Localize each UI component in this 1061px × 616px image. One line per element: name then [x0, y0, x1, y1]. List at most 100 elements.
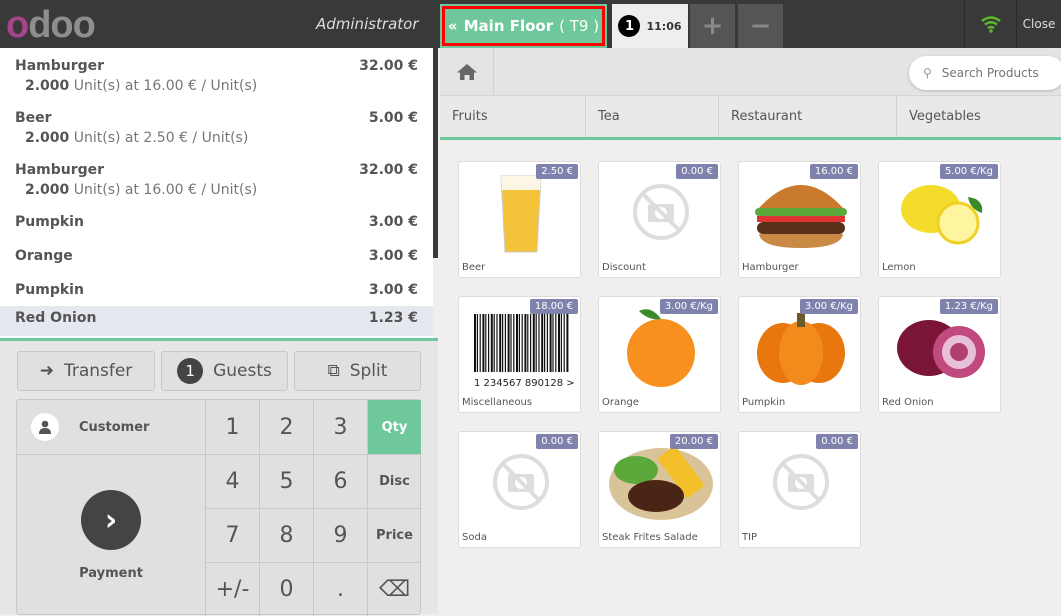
line-product: Hamburger — [15, 58, 105, 74]
guests-count: 1 — [177, 358, 204, 384]
category-tea[interactable]: Tea — [586, 96, 719, 137]
numpad-key[interactable]: 9 — [313, 508, 367, 562]
line-price: 3.00 € — [368, 214, 418, 230]
mode-price[interactable]: Price — [367, 508, 421, 562]
order-line[interactable]: Pumpkin 3.00 € — [0, 204, 433, 238]
order-line[interactable]: Red Onion 1.23 € — [0, 306, 433, 336]
line-unit-info: Unit(s) at 16.00 € / Unit(s) — [73, 78, 258, 94]
customer-label: Customer — [79, 419, 150, 435]
product-name: Steak Frites Salade — [602, 532, 698, 543]
product-beer[interactable]: 2.50 € Beer — [458, 161, 581, 278]
numpad-key[interactable]: 0 — [259, 562, 313, 616]
product-name: Soda — [462, 532, 487, 543]
product-red-onion[interactable]: 1.23 €/Kg Red Onion — [878, 296, 1001, 413]
product-steak[interactable]: 20.00 € Steak Frites Salade — [598, 431, 721, 548]
mode-disc[interactable]: Disc — [367, 454, 421, 508]
line-product: Pumpkin — [15, 282, 84, 298]
floor-button[interactable]: « Main Floor ( T9 ) — [440, 4, 607, 48]
product-price: 20.00 € — [669, 434, 718, 449]
product-orange[interactable]: 3.00 €/Kg Orange — [598, 296, 721, 413]
product-no-image[interactable]: 0.00 € Soda — [458, 431, 581, 548]
product-no-image[interactable]: 0.00 € Discount — [598, 161, 721, 278]
product-price: 0.00 € — [536, 434, 578, 449]
line-price: 3.00 € — [368, 282, 418, 298]
customer-button[interactable]: Customer — [17, 400, 205, 454]
order-line[interactable]: Hamburger 32.00 € 2.000 Unit(s) at 16.00 €… — [0, 48, 433, 100]
table-label: ( T9 ) — [559, 17, 600, 35]
odoo-logo: odoo — [6, 4, 96, 46]
lemon-icon — [879, 166, 1000, 258]
search-input[interactable] — [941, 66, 1052, 80]
chevron-right-icon: › — [81, 490, 141, 550]
numpad-key[interactable]: 8 — [259, 508, 313, 562]
numpad-key[interactable]: 6 — [313, 454, 367, 508]
product-name: TIP — [742, 532, 758, 543]
product-no-image[interactable]: 0.00 € TIP — [738, 431, 861, 548]
line-price: 3.00 € — [368, 248, 418, 264]
order-line[interactable]: Beer 5.00 € 2.000 Unit(s) at 2.50 € / Unit… — [0, 100, 433, 152]
line-qty: 2.000 — [25, 130, 70, 146]
payment-button[interactable]: › Payment — [17, 454, 205, 616]
numpad-key[interactable]: 1 — [205, 400, 259, 454]
breadcrumb-bar: ⚲ — [440, 48, 1061, 96]
red-onion-icon — [879, 301, 1000, 393]
guests-button[interactable]: 1 Guests — [161, 351, 288, 391]
barcode-icon: 1 234567 890128 > — [459, 301, 580, 393]
line-price: 32.00 € — [359, 162, 418, 178]
line-price: 5.00 € — [368, 110, 418, 126]
no-image-icon — [599, 166, 720, 258]
numpad-key[interactable]: 4 — [205, 454, 259, 508]
user-icon — [31, 413, 59, 441]
line-info: 2.000 Unit(s) at 16.00 € / Unit(s) — [15, 182, 418, 198]
mode-qty[interactable]: Qty — [367, 400, 421, 454]
category-fruits[interactable]: Fruits — [440, 96, 586, 137]
product-barcode[interactable]: 1 234567 890128 > 18.00 € Miscellaneous — [458, 296, 581, 413]
category-restaurant[interactable]: Restaurant — [719, 96, 897, 137]
transfer-button[interactable]: ➜ Transfer — [17, 351, 155, 391]
wifi-icon — [964, 0, 1016, 48]
line-price: 1.23 € — [368, 310, 418, 326]
line-product: Red Onion — [15, 310, 97, 326]
product-pumpkin[interactable]: 3.00 €/Kg Pumpkin — [738, 296, 861, 413]
product-lemon[interactable]: 5.00 €/Kg Lemon — [878, 161, 1001, 278]
order-line[interactable]: Pumpkin 3.00 € — [0, 272, 433, 306]
beer-icon — [459, 166, 580, 258]
numpad-key[interactable]: 7 — [205, 508, 259, 562]
numpad-key[interactable]: . — [313, 562, 367, 616]
product-name: Pumpkin — [742, 397, 786, 408]
order-line[interactable]: Hamburger 32.00 € 2.000 Unit(s) at 16.00 €… — [0, 152, 433, 204]
product-name: Discount — [602, 262, 646, 273]
order-tab[interactable]: 1 11:06 — [612, 4, 688, 48]
order-lines: Hamburger 32.00 € 2.000 Unit(s) at 16.00 €… — [0, 48, 433, 338]
product-price: 3.00 €/Kg — [659, 299, 718, 314]
steak-icon — [599, 436, 720, 528]
product-name: Hamburger — [742, 262, 799, 273]
add-order-button[interactable]: + — [690, 4, 735, 48]
guests-label: Guests — [213, 361, 272, 381]
split-button[interactable]: ⧉ Split — [294, 351, 421, 391]
numpad-key[interactable]: +/- — [205, 562, 259, 616]
search-box[interactable]: ⚲ — [909, 56, 1061, 90]
close-button[interactable]: Close — [1016, 0, 1061, 48]
numpad-key[interactable]: 2 — [259, 400, 313, 454]
line-price: 32.00 € — [359, 58, 418, 74]
numpad: Customer › Payment 1 2 3 4 5 6 7 8 9 +/- 0. Qty Disc P… — [16, 399, 421, 616]
product-name: Miscellaneous — [462, 397, 533, 408]
category-vegetables[interactable]: Vegetables — [897, 96, 1061, 137]
no-image-icon — [459, 436, 580, 528]
product-price: 1.23 €/Kg — [939, 299, 998, 314]
hamburger-icon — [739, 166, 860, 258]
product-hamburger[interactable]: 16.00 € Hamburger — [738, 161, 861, 278]
numpad-key[interactable]: 5 — [259, 454, 313, 508]
no-image-icon — [492, 454, 549, 510]
home-button[interactable] — [440, 48, 494, 96]
numpad-key[interactable]: 3 — [313, 400, 367, 454]
order-line[interactable]: Orange 3.00 € — [0, 238, 433, 272]
order-scrollbar[interactable] — [433, 48, 438, 258]
backspace-button[interactable]: ⌫ — [367, 562, 421, 616]
product-price: 3.00 €/Kg — [799, 299, 858, 314]
double-chevron-left-icon: « — [447, 17, 458, 35]
search-icon: ⚲ — [923, 66, 932, 80]
remove-order-button[interactable]: − — [738, 4, 783, 48]
floor-label: Main Floor — [463, 17, 554, 35]
